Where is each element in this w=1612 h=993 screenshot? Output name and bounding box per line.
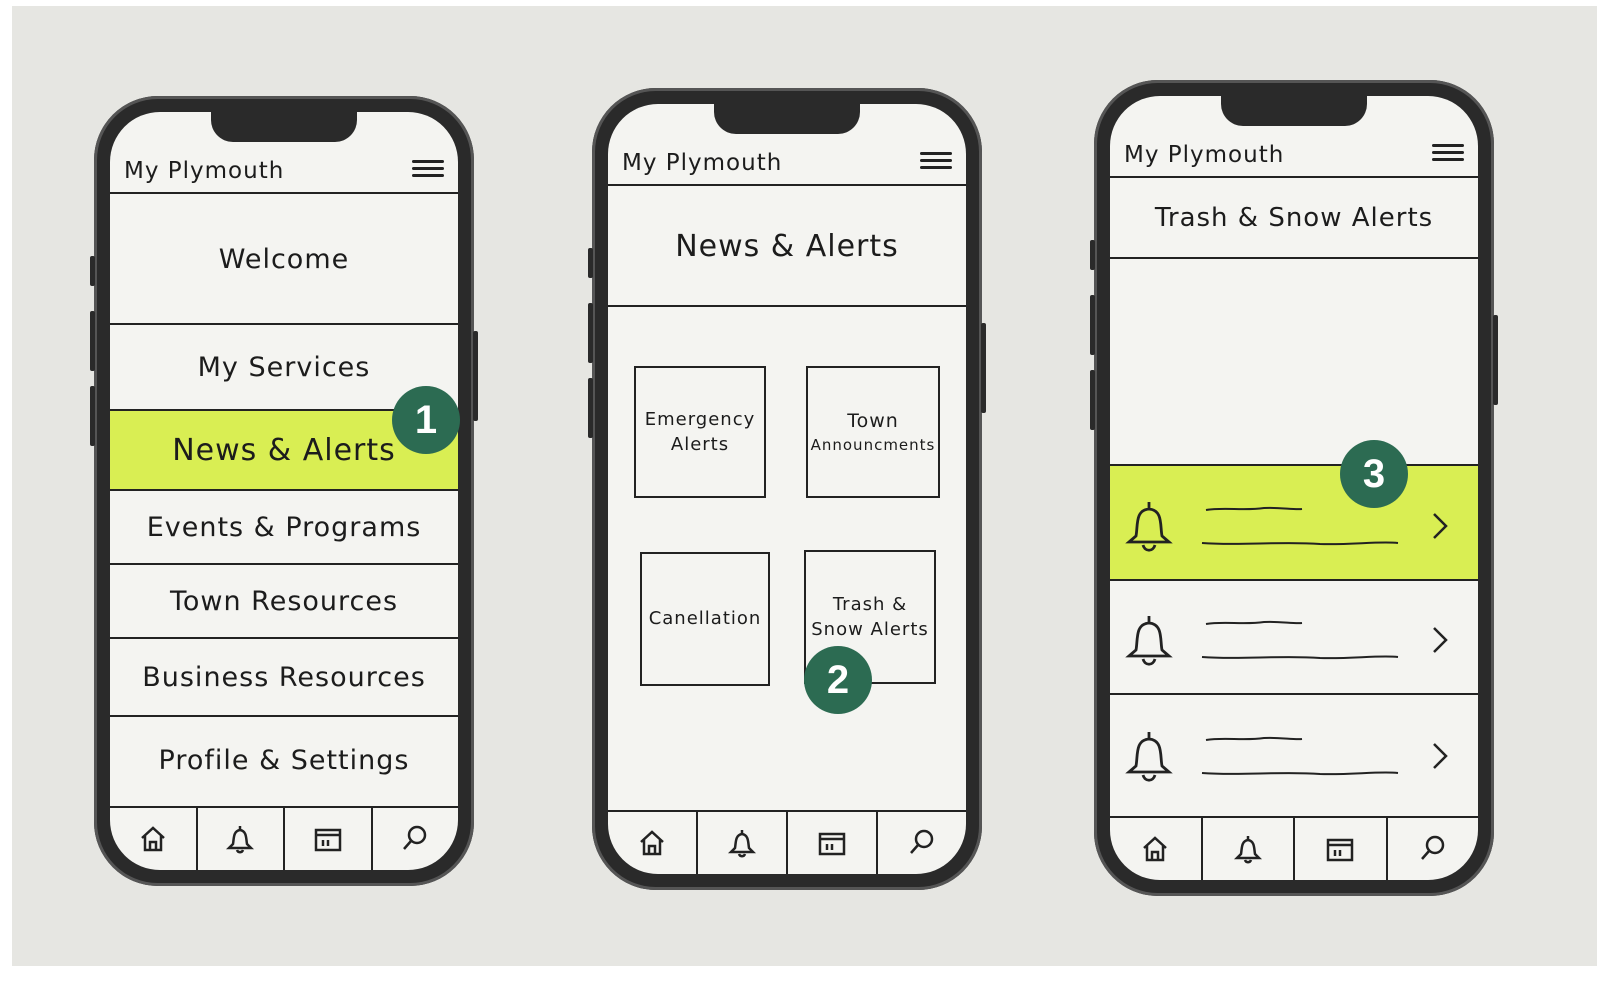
placeholder-line — [1205, 736, 1303, 741]
menu-item-business-resources[interactable]: Business Resources — [110, 639, 458, 717]
app-title: My Plymouth — [622, 150, 783, 176]
tab-bar — [110, 806, 458, 870]
menu-item-label: Events & Programs — [146, 511, 422, 543]
menu-item-label: Business Resources — [142, 661, 426, 693]
phone-menu-screen: My Plymouth Welcome My Services News & A… — [90, 96, 478, 886]
phone-screen: My Plymouth Welcome My Services News & A… — [110, 112, 458, 870]
tile-label-line1: Town — [847, 410, 899, 433]
chevron-right-icon — [1433, 627, 1448, 653]
step-badge-2: 2 — [804, 646, 872, 714]
placeholder-line — [1201, 771, 1399, 776]
search-icon — [1420, 835, 1444, 860]
tile-label-line2: Announcments — [810, 435, 936, 454]
menu-item-events-programs[interactable]: Events & Programs — [110, 491, 458, 565]
tab-bar — [1110, 816, 1478, 880]
phone-trash-snow-alerts-screen: My Plymouth Trash & Snow Alerts — [1090, 80, 1498, 896]
app-bar: My Plymouth — [608, 144, 966, 186]
menu-item-label: My Services — [197, 351, 371, 383]
phone-screen: My Plymouth News & Alerts Emergency Alert… — [608, 104, 966, 874]
tab-home[interactable] — [608, 812, 698, 874]
search-icon — [910, 829, 934, 854]
placeholder-line — [1201, 541, 1399, 546]
menu-item-label: Town Resources — [169, 585, 399, 617]
tile-label-line1: Trash & — [832, 593, 908, 615]
hamburger-icon[interactable] — [1432, 140, 1464, 168]
menu-item-profile-settings[interactable]: Profile & Settings — [110, 717, 458, 803]
tab-alerts[interactable] — [1203, 818, 1295, 880]
placeholder-line — [1201, 655, 1399, 660]
app-title: My Plymouth — [1124, 142, 1285, 168]
bell-icon — [226, 826, 255, 854]
tab-bar — [608, 810, 966, 874]
alert-item[interactable] — [1110, 580, 1478, 695]
tile-town-announcements[interactable]: Town Announcments — [806, 366, 940, 498]
phone-notch — [211, 112, 357, 142]
placeholder-line — [1205, 620, 1303, 625]
app-title: My Plymouth — [124, 158, 285, 184]
bell-icon — [727, 830, 757, 858]
phone-news-alerts-screen: My Plymouth News & Alerts Emergency Alert… — [588, 88, 986, 890]
bell-icon — [1125, 502, 1173, 552]
page-title-text: News & Alerts — [675, 228, 899, 264]
hamburger-icon[interactable] — [412, 156, 444, 184]
tab-search[interactable] — [1388, 818, 1479, 880]
alert-item[interactable] — [1110, 696, 1478, 809]
chevron-right-icon — [1433, 513, 1448, 539]
calendar-icon — [314, 828, 341, 852]
tab-calendar[interactable] — [788, 812, 878, 874]
calendar-icon — [1327, 838, 1354, 862]
phone-notch — [1221, 96, 1367, 126]
tab-alerts[interactable] — [698, 812, 788, 874]
menu-item-welcome[interactable]: Welcome — [110, 195, 458, 325]
phone-notch — [714, 104, 860, 134]
menu-item-label: Profile & Settings — [158, 744, 410, 776]
page-title-text: Trash & Snow Alerts — [1154, 203, 1434, 233]
chevron-right-icon — [1433, 743, 1448, 769]
page-title: Trash & Snow Alerts — [1110, 179, 1478, 259]
tile-label-line2: Snow Alerts — [811, 619, 929, 640]
menu-item-label: News & Alerts — [172, 432, 396, 468]
tile-label-line2: Alerts — [670, 434, 730, 455]
tab-alerts[interactable] — [198, 808, 285, 870]
bell-icon — [1233, 836, 1262, 864]
menu-item-label: Welcome — [218, 243, 350, 275]
bell-icon — [1125, 732, 1173, 782]
tab-calendar[interactable] — [1295, 818, 1388, 880]
tab-search[interactable] — [878, 812, 966, 874]
menu-item-town-resources[interactable]: Town Resources — [110, 565, 458, 639]
hamburger-icon[interactable] — [920, 148, 952, 176]
page-title: News & Alerts — [608, 187, 966, 307]
tile-emergency-alerts[interactable]: Emergency Alerts — [634, 366, 766, 498]
home-icon — [140, 826, 165, 852]
app-bar: My Plymouth — [1110, 136, 1478, 178]
tile-label-line1: Emergency — [644, 408, 756, 430]
alert-item[interactable] — [1110, 464, 1478, 581]
step-badge-1: 1 — [392, 386, 460, 454]
placeholder-line — [1205, 506, 1303, 511]
bell-icon — [1125, 616, 1173, 666]
home-icon — [640, 830, 664, 856]
home-icon — [1143, 836, 1168, 862]
tab-calendar[interactable] — [285, 808, 373, 870]
tab-home[interactable] — [1110, 818, 1203, 880]
phone-screen: My Plymouth Trash & Snow Alerts — [1110, 96, 1478, 880]
step-badge-3: 3 — [1340, 440, 1408, 508]
search-icon — [403, 825, 427, 850]
tile-cancellations[interactable]: Canellation — [640, 552, 770, 686]
app-bar: My Plymouth — [110, 152, 458, 194]
tab-search[interactable] — [373, 808, 459, 870]
tile-label-line1: Canellation — [648, 608, 762, 630]
calendar-icon — [818, 832, 846, 856]
tab-home[interactable] — [110, 808, 198, 870]
